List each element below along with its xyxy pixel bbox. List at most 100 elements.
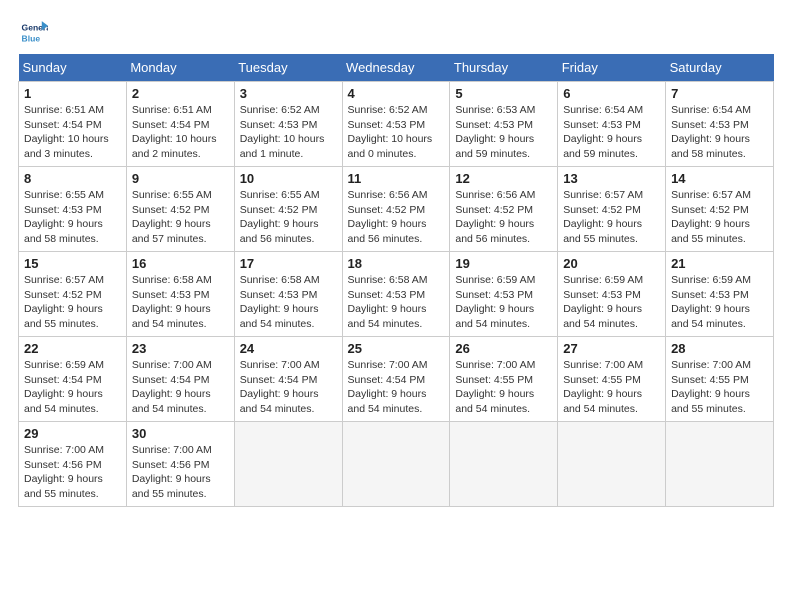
day-number: 2 [132,86,229,101]
calendar-cell-3: 3 Sunrise: 6:52 AM Sunset: 4:53 PM Dayli… [234,82,342,167]
day-info: Sunrise: 6:54 AM Sunset: 4:53 PM Dayligh… [563,103,660,162]
calendar-cell-4: 4 Sunrise: 6:52 AM Sunset: 4:53 PM Dayli… [342,82,450,167]
daylight-text: Daylight: 9 hours and 59 minutes. [563,133,642,160]
sunrise-text: Sunrise: 6:59 AM [455,274,535,286]
day-number: 9 [132,171,229,186]
sunset-text: Sunset: 4:53 PM [671,289,749,301]
calendar-cell-empty [234,422,342,507]
calendar-cell-11: 11 Sunrise: 6:56 AM Sunset: 4:52 PM Dayl… [342,167,450,252]
sunset-text: Sunset: 4:55 PM [563,374,641,386]
sunset-text: Sunset: 4:53 PM [455,289,533,301]
sunrise-text: Sunrise: 6:58 AM [348,274,428,286]
sunset-text: Sunset: 4:54 PM [24,374,102,386]
calendar-cell-22: 22 Sunrise: 6:59 AM Sunset: 4:54 PM Dayl… [19,337,127,422]
calendar-cell-25: 25 Sunrise: 7:00 AM Sunset: 4:54 PM Dayl… [342,337,450,422]
day-info: Sunrise: 7:00 AM Sunset: 4:54 PM Dayligh… [240,358,337,417]
calendar-cell-empty [342,422,450,507]
sunset-text: Sunset: 4:53 PM [348,119,426,131]
daylight-text: Daylight: 9 hours and 55 minutes. [563,218,642,245]
daylight-text: Daylight: 9 hours and 58 minutes. [671,133,750,160]
day-info: Sunrise: 6:59 AM Sunset: 4:53 PM Dayligh… [671,273,768,332]
sunset-text: Sunset: 4:52 PM [671,204,749,216]
header: General Blue [10,10,782,50]
sunset-text: Sunset: 4:52 PM [563,204,641,216]
day-info: Sunrise: 6:57 AM Sunset: 4:52 PM Dayligh… [24,273,121,332]
day-number: 14 [671,171,768,186]
sunrise-text: Sunrise: 6:52 AM [348,104,428,116]
day-info: Sunrise: 6:57 AM Sunset: 4:52 PM Dayligh… [563,188,660,247]
col-header-friday: Friday [558,54,666,82]
calendar-cell-28: 28 Sunrise: 7:00 AM Sunset: 4:55 PM Dayl… [666,337,774,422]
daylight-text: Daylight: 9 hours and 55 minutes. [24,473,103,500]
sunset-text: Sunset: 4:52 PM [240,204,318,216]
sunrise-text: Sunrise: 6:52 AM [240,104,320,116]
day-number: 19 [455,256,552,271]
calendar-cell-21: 21 Sunrise: 6:59 AM Sunset: 4:53 PM Dayl… [666,252,774,337]
sunrise-text: Sunrise: 7:00 AM [671,359,751,371]
daylight-text: Daylight: 9 hours and 56 minutes. [240,218,319,245]
sunrise-text: Sunrise: 6:54 AM [671,104,751,116]
day-number: 13 [563,171,660,186]
calendar-cell-empty [666,422,774,507]
col-header-sunday: Sunday [19,54,127,82]
day-info: Sunrise: 6:51 AM Sunset: 4:54 PM Dayligh… [24,103,121,162]
day-number: 20 [563,256,660,271]
sunrise-text: Sunrise: 6:56 AM [348,189,428,201]
sunset-text: Sunset: 4:54 PM [132,119,210,131]
sunrise-text: Sunrise: 6:56 AM [455,189,535,201]
day-number: 21 [671,256,768,271]
calendar-cell-13: 13 Sunrise: 6:57 AM Sunset: 4:52 PM Dayl… [558,167,666,252]
calendar-wrapper: SundayMondayTuesdayWednesdayThursdayFrid… [10,50,782,515]
day-number: 26 [455,341,552,356]
calendar-cell-7: 7 Sunrise: 6:54 AM Sunset: 4:53 PM Dayli… [666,82,774,167]
day-number: 24 [240,341,337,356]
sunrise-text: Sunrise: 7:00 AM [348,359,428,371]
day-number: 3 [240,86,337,101]
day-info: Sunrise: 6:59 AM Sunset: 4:53 PM Dayligh… [563,273,660,332]
calendar-cell-10: 10 Sunrise: 6:55 AM Sunset: 4:52 PM Dayl… [234,167,342,252]
daylight-text: Daylight: 9 hours and 54 minutes. [348,388,427,415]
day-info: Sunrise: 7:00 AM Sunset: 4:56 PM Dayligh… [132,443,229,502]
calendar-cell-29: 29 Sunrise: 7:00 AM Sunset: 4:56 PM Dayl… [19,422,127,507]
daylight-text: Daylight: 9 hours and 58 minutes. [24,218,103,245]
sunset-text: Sunset: 4:54 PM [24,119,102,131]
sunrise-text: Sunrise: 6:51 AM [132,104,212,116]
calendar-cell-30: 30 Sunrise: 7:00 AM Sunset: 4:56 PM Dayl… [126,422,234,507]
day-number: 4 [348,86,445,101]
daylight-text: Daylight: 9 hours and 54 minutes. [455,303,534,330]
day-number: 23 [132,341,229,356]
calendar-cell-empty [450,422,558,507]
day-info: Sunrise: 7:00 AM Sunset: 4:55 PM Dayligh… [563,358,660,417]
day-info: Sunrise: 7:00 AM Sunset: 4:54 PM Dayligh… [348,358,445,417]
daylight-text: Daylight: 9 hours and 54 minutes. [348,303,427,330]
day-info: Sunrise: 6:52 AM Sunset: 4:53 PM Dayligh… [240,103,337,162]
sunset-text: Sunset: 4:56 PM [24,459,102,471]
calendar-row-5: 29 Sunrise: 7:00 AM Sunset: 4:56 PM Dayl… [19,422,774,507]
sunrise-text: Sunrise: 6:57 AM [563,189,643,201]
sunset-text: Sunset: 4:55 PM [671,374,749,386]
sunrise-text: Sunrise: 6:59 AM [563,274,643,286]
day-number: 11 [348,171,445,186]
col-header-thursday: Thursday [450,54,558,82]
day-number: 12 [455,171,552,186]
sunset-text: Sunset: 4:53 PM [455,119,533,131]
sunrise-text: Sunrise: 7:00 AM [24,444,104,456]
daylight-text: Daylight: 10 hours and 2 minutes. [132,133,217,160]
calendar-cell-2: 2 Sunrise: 6:51 AM Sunset: 4:54 PM Dayli… [126,82,234,167]
calendar-cell-26: 26 Sunrise: 7:00 AM Sunset: 4:55 PM Dayl… [450,337,558,422]
calendar-row-3: 15 Sunrise: 6:57 AM Sunset: 4:52 PM Dayl… [19,252,774,337]
daylight-text: Daylight: 9 hours and 56 minutes. [348,218,427,245]
sunrise-text: Sunrise: 6:59 AM [24,359,104,371]
daylight-text: Daylight: 10 hours and 1 minute. [240,133,325,160]
day-info: Sunrise: 6:55 AM Sunset: 4:52 PM Dayligh… [240,188,337,247]
sunset-text: Sunset: 4:52 PM [455,204,533,216]
sunset-text: Sunset: 4:53 PM [132,289,210,301]
day-number: 16 [132,256,229,271]
sunset-text: Sunset: 4:53 PM [348,289,426,301]
daylight-text: Daylight: 9 hours and 54 minutes. [132,388,211,415]
sunrise-text: Sunrise: 6:57 AM [671,189,751,201]
calendar-cell-12: 12 Sunrise: 6:56 AM Sunset: 4:52 PM Dayl… [450,167,558,252]
sunset-text: Sunset: 4:53 PM [563,289,641,301]
col-header-wednesday: Wednesday [342,54,450,82]
day-number: 27 [563,341,660,356]
